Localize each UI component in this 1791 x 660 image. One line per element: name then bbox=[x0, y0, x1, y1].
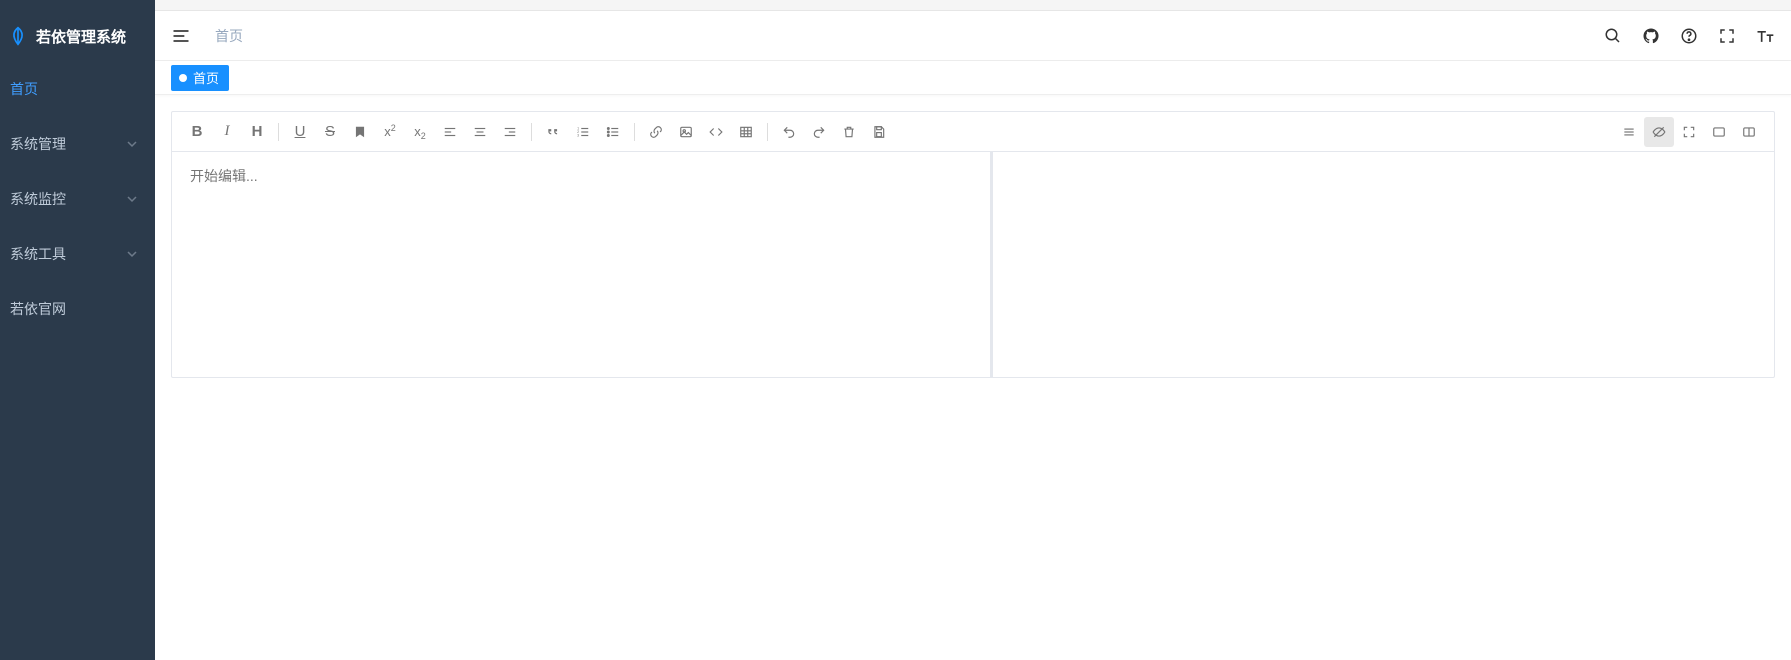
editor-placeholder: 开始编辑... bbox=[190, 168, 258, 184]
sidebar-item-label: 系统管理 bbox=[10, 134, 66, 154]
link-button[interactable] bbox=[641, 117, 671, 147]
sidebar-toggle-button[interactable] bbox=[171, 26, 191, 46]
sidebar-item-system-monitor[interactable]: 系统监控 bbox=[0, 171, 155, 226]
redo-button[interactable] bbox=[804, 117, 834, 147]
sidebar-item-official-site[interactable]: 若依官网 bbox=[0, 281, 155, 336]
toolbar-separator bbox=[278, 123, 279, 141]
sidebar-item-system-manage[interactable]: 系统管理 bbox=[0, 116, 155, 171]
image-button[interactable] bbox=[671, 117, 701, 147]
save-button[interactable] bbox=[864, 117, 894, 147]
tab-active-dot-icon bbox=[179, 74, 187, 82]
help-icon[interactable] bbox=[1679, 26, 1699, 46]
underline-button[interactable]: U bbox=[285, 117, 315, 147]
bold-button[interactable]: B bbox=[182, 117, 212, 147]
align-right-button[interactable] bbox=[495, 117, 525, 147]
breadcrumb[interactable]: 首页 bbox=[215, 26, 243, 46]
editor-textarea[interactable]: 开始编辑... bbox=[172, 152, 990, 377]
align-center-button[interactable] bbox=[465, 117, 495, 147]
content-area: B I H U S x2 x2 bbox=[155, 95, 1791, 394]
preview-pane bbox=[993, 152, 1775, 377]
app-logo: 若依管理系统 bbox=[0, 11, 155, 61]
tabs-bar: 首页 bbox=[155, 61, 1791, 95]
leaf-logo-icon bbox=[8, 26, 28, 46]
trash-button[interactable] bbox=[834, 117, 864, 147]
app-title: 若依管理系统 bbox=[36, 26, 126, 47]
heading-button[interactable]: H bbox=[242, 117, 272, 147]
editor-body: 开始编辑... bbox=[172, 152, 1774, 377]
sidebar-item-label: 若依官网 bbox=[10, 299, 66, 319]
read-button[interactable] bbox=[1704, 117, 1734, 147]
preview-toggle-button[interactable] bbox=[1644, 117, 1674, 147]
editor-toolbar: B I H U S x2 x2 bbox=[172, 112, 1774, 152]
subscript-button[interactable]: x2 bbox=[405, 117, 435, 147]
strike-button[interactable]: S bbox=[315, 117, 345, 147]
fullscreen-icon[interactable] bbox=[1717, 26, 1737, 46]
align-left-button[interactable] bbox=[435, 117, 465, 147]
toolbar-separator bbox=[634, 123, 635, 141]
sidebar-item-label: 系统工具 bbox=[10, 244, 66, 264]
sidebar-item-label: 首页 bbox=[10, 79, 38, 99]
header-right bbox=[1603, 26, 1775, 46]
mark-button[interactable] bbox=[345, 117, 375, 147]
browser-chrome-stub bbox=[0, 0, 1791, 11]
github-icon[interactable] bbox=[1641, 26, 1661, 46]
sidebar-item-system-tools[interactable]: 系统工具 bbox=[0, 226, 155, 281]
table-button[interactable] bbox=[731, 117, 761, 147]
main-area: 首页 bbox=[155, 0, 1791, 660]
undo-button[interactable] bbox=[774, 117, 804, 147]
split-button[interactable] bbox=[1734, 117, 1764, 147]
tab-home[interactable]: 首页 bbox=[171, 65, 229, 91]
sidebar-item-label: 系统监控 bbox=[10, 189, 66, 209]
menu-button[interactable] bbox=[1614, 117, 1644, 147]
tab-label: 首页 bbox=[193, 68, 219, 87]
toolbar-right bbox=[1614, 117, 1764, 147]
ordered-list-button[interactable]: 123 bbox=[568, 117, 598, 147]
header: 首页 bbox=[155, 11, 1791, 61]
search-icon[interactable] bbox=[1603, 26, 1623, 46]
app-root: 若依管理系统 首页 系统管理 系统监控 系统工具 bbox=[0, 0, 1791, 660]
chevron-down-icon bbox=[127, 249, 137, 259]
unordered-list-button[interactable] bbox=[598, 117, 628, 147]
toolbar-separator bbox=[531, 123, 532, 141]
fullscreen-button[interactable] bbox=[1674, 117, 1704, 147]
quote-button[interactable] bbox=[538, 117, 568, 147]
svg-text:3: 3 bbox=[577, 133, 579, 137]
sidebar: 若依管理系统 首页 系统管理 系统监控 系统工具 bbox=[0, 0, 155, 660]
font-size-icon[interactable] bbox=[1755, 26, 1775, 46]
editor-card: B I H U S x2 x2 bbox=[171, 111, 1775, 378]
toolbar-left: B I H U S x2 x2 bbox=[182, 117, 894, 147]
chevron-down-icon bbox=[127, 139, 137, 149]
italic-button[interactable]: I bbox=[212, 117, 242, 147]
code-button[interactable] bbox=[701, 117, 731, 147]
superscript-button[interactable]: x2 bbox=[375, 117, 405, 147]
sidebar-item-home[interactable]: 首页 bbox=[0, 61, 155, 116]
sidebar-menu: 首页 系统管理 系统监控 系统工具 若依官网 bbox=[0, 61, 155, 336]
header-left: 首页 bbox=[171, 26, 243, 46]
chevron-down-icon bbox=[127, 194, 137, 204]
toolbar-separator bbox=[767, 123, 768, 141]
